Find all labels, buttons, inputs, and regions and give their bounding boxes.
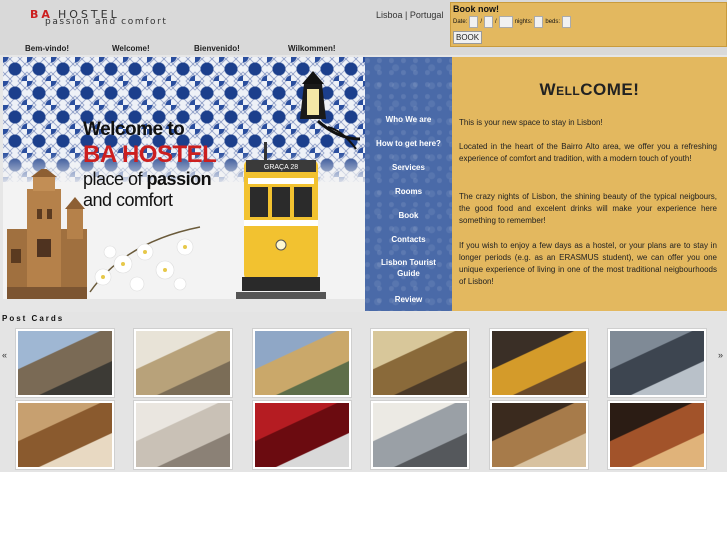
- lang-portuguese[interactable]: Bem-vindo!: [25, 44, 69, 53]
- date-sep-1: /: [480, 19, 483, 25]
- postcards-prev-arrow[interactable]: «: [2, 350, 7, 360]
- bunk-bed-photo[interactable]: [490, 401, 588, 469]
- lang-german[interactable]: Wilkommen!: [288, 44, 336, 53]
- hero-line-1-bold: passion: [146, 169, 212, 189]
- hero-banner: Welcome to BA HOSTEL place of passion an…: [3, 57, 365, 299]
- nights-label: nights:: [514, 19, 533, 25]
- nav-who-we-are[interactable]: Who We are: [365, 114, 452, 125]
- hero-line-1-pre: place of: [83, 169, 147, 189]
- beds-input[interactable]: [562, 16, 572, 28]
- main-area: Welcome to BA HOSTEL place of passion an…: [0, 55, 727, 312]
- year-input[interactable]: [498, 16, 513, 28]
- welcome-paragraph-1: This is your new space to stay in Lisbon…: [459, 118, 603, 127]
- street-photo[interactable]: [134, 329, 232, 397]
- tram-photo[interactable]: [490, 329, 588, 397]
- nights-input[interactable]: [534, 16, 544, 28]
- postcards-section: Post Cards « »: [0, 312, 727, 472]
- red-sink-photo[interactable]: [253, 401, 351, 469]
- welcome-content: WELLCOME! This is your new space to stay…: [452, 57, 727, 311]
- nav-rooms[interactable]: Rooms: [365, 186, 452, 197]
- language-bar: Bem-vindo! Welcome! Bienvenido! Wilkomme…: [0, 44, 450, 55]
- bed-photo[interactable]: [134, 401, 232, 469]
- hero-line-1: place of passion: [83, 169, 243, 190]
- nav-how-to-get-here[interactable]: How to get here?: [365, 138, 452, 149]
- hero-line-2: and comfort: [83, 190, 173, 210]
- month-input[interactable]: [484, 16, 494, 28]
- welcome-title: WELLCOME!: [452, 80, 727, 100]
- welcome-paragraph-2: Located in the heart of the Bairro Alto …: [459, 142, 717, 163]
- date-sep-2: /: [495, 19, 497, 25]
- booking-fields: Date: / / nights: beds:: [453, 16, 572, 28]
- nav-contacts[interactable]: Contacts: [365, 234, 452, 245]
- hero-welcome: Welcome to: [83, 119, 185, 140]
- booking-widget: Book now! Date: / / nights: beds: BOOK: [450, 2, 727, 47]
- nav-services[interactable]: Services: [365, 162, 452, 173]
- city-view-photo[interactable]: [16, 329, 114, 397]
- welcome-title-cap: W: [539, 80, 557, 99]
- nav-lisbon-tourist-guide[interactable]: Lisbon Tourist Guide: [365, 257, 452, 279]
- welcome-paragraph-4: If you wish to enjoy a few days as a hos…: [459, 241, 717, 286]
- postcards-next-arrow[interactable]: »: [718, 350, 723, 360]
- welcome-paragraph-3: The crazy nights of Lisbon, the shining …: [459, 192, 717, 225]
- tram-sign: GRAÇA 28: [264, 164, 298, 171]
- hero-headline: Welcome to BA HOSTEL place of passion an…: [83, 119, 243, 211]
- welcome-title-rest: COME!: [580, 80, 640, 99]
- alley-photo[interactable]: [371, 329, 469, 397]
- date-label: Date:: [453, 19, 468, 25]
- beds-label: beds:: [545, 19, 561, 25]
- bathroom-photo[interactable]: [371, 401, 469, 469]
- page: BA HOSTEL passion and comfort Lisboa | P…: [0, 0, 727, 545]
- booking-title: Book now!: [453, 4, 499, 14]
- main-navigation: Who We are How to get here? Services Roo…: [365, 57, 452, 311]
- nav-book[interactable]: Book: [365, 210, 452, 221]
- postcards-title: Post Cards: [2, 314, 65, 323]
- book-button[interactable]: BOOK: [453, 31, 483, 44]
- lang-spanish[interactable]: Bienvenido!: [194, 44, 240, 53]
- tagline: passion and comfort: [45, 17, 168, 27]
- header: BA HOSTEL passion and comfort Lisboa | P…: [0, 0, 727, 55]
- tram-image: GRAÇA 28: [236, 142, 326, 299]
- lang-english[interactable]: Welcome!: [112, 44, 150, 53]
- nav-review[interactable]: Review: [365, 294, 452, 305]
- bedroom-photo[interactable]: [16, 401, 114, 469]
- orchid-flowers-image: [89, 226, 201, 293]
- kitchen-photo[interactable]: [608, 329, 706, 397]
- day-input[interactable]: [469, 16, 479, 28]
- city-location: Lisboa | Portugal: [376, 10, 444, 20]
- welcome-title-small: ELL: [556, 84, 581, 98]
- hero-brand: BA HOSTEL: [83, 141, 217, 168]
- rooftops-photo[interactable]: [253, 329, 351, 397]
- lounge-photo[interactable]: [608, 401, 706, 469]
- belem-tower-image: [7, 169, 87, 299]
